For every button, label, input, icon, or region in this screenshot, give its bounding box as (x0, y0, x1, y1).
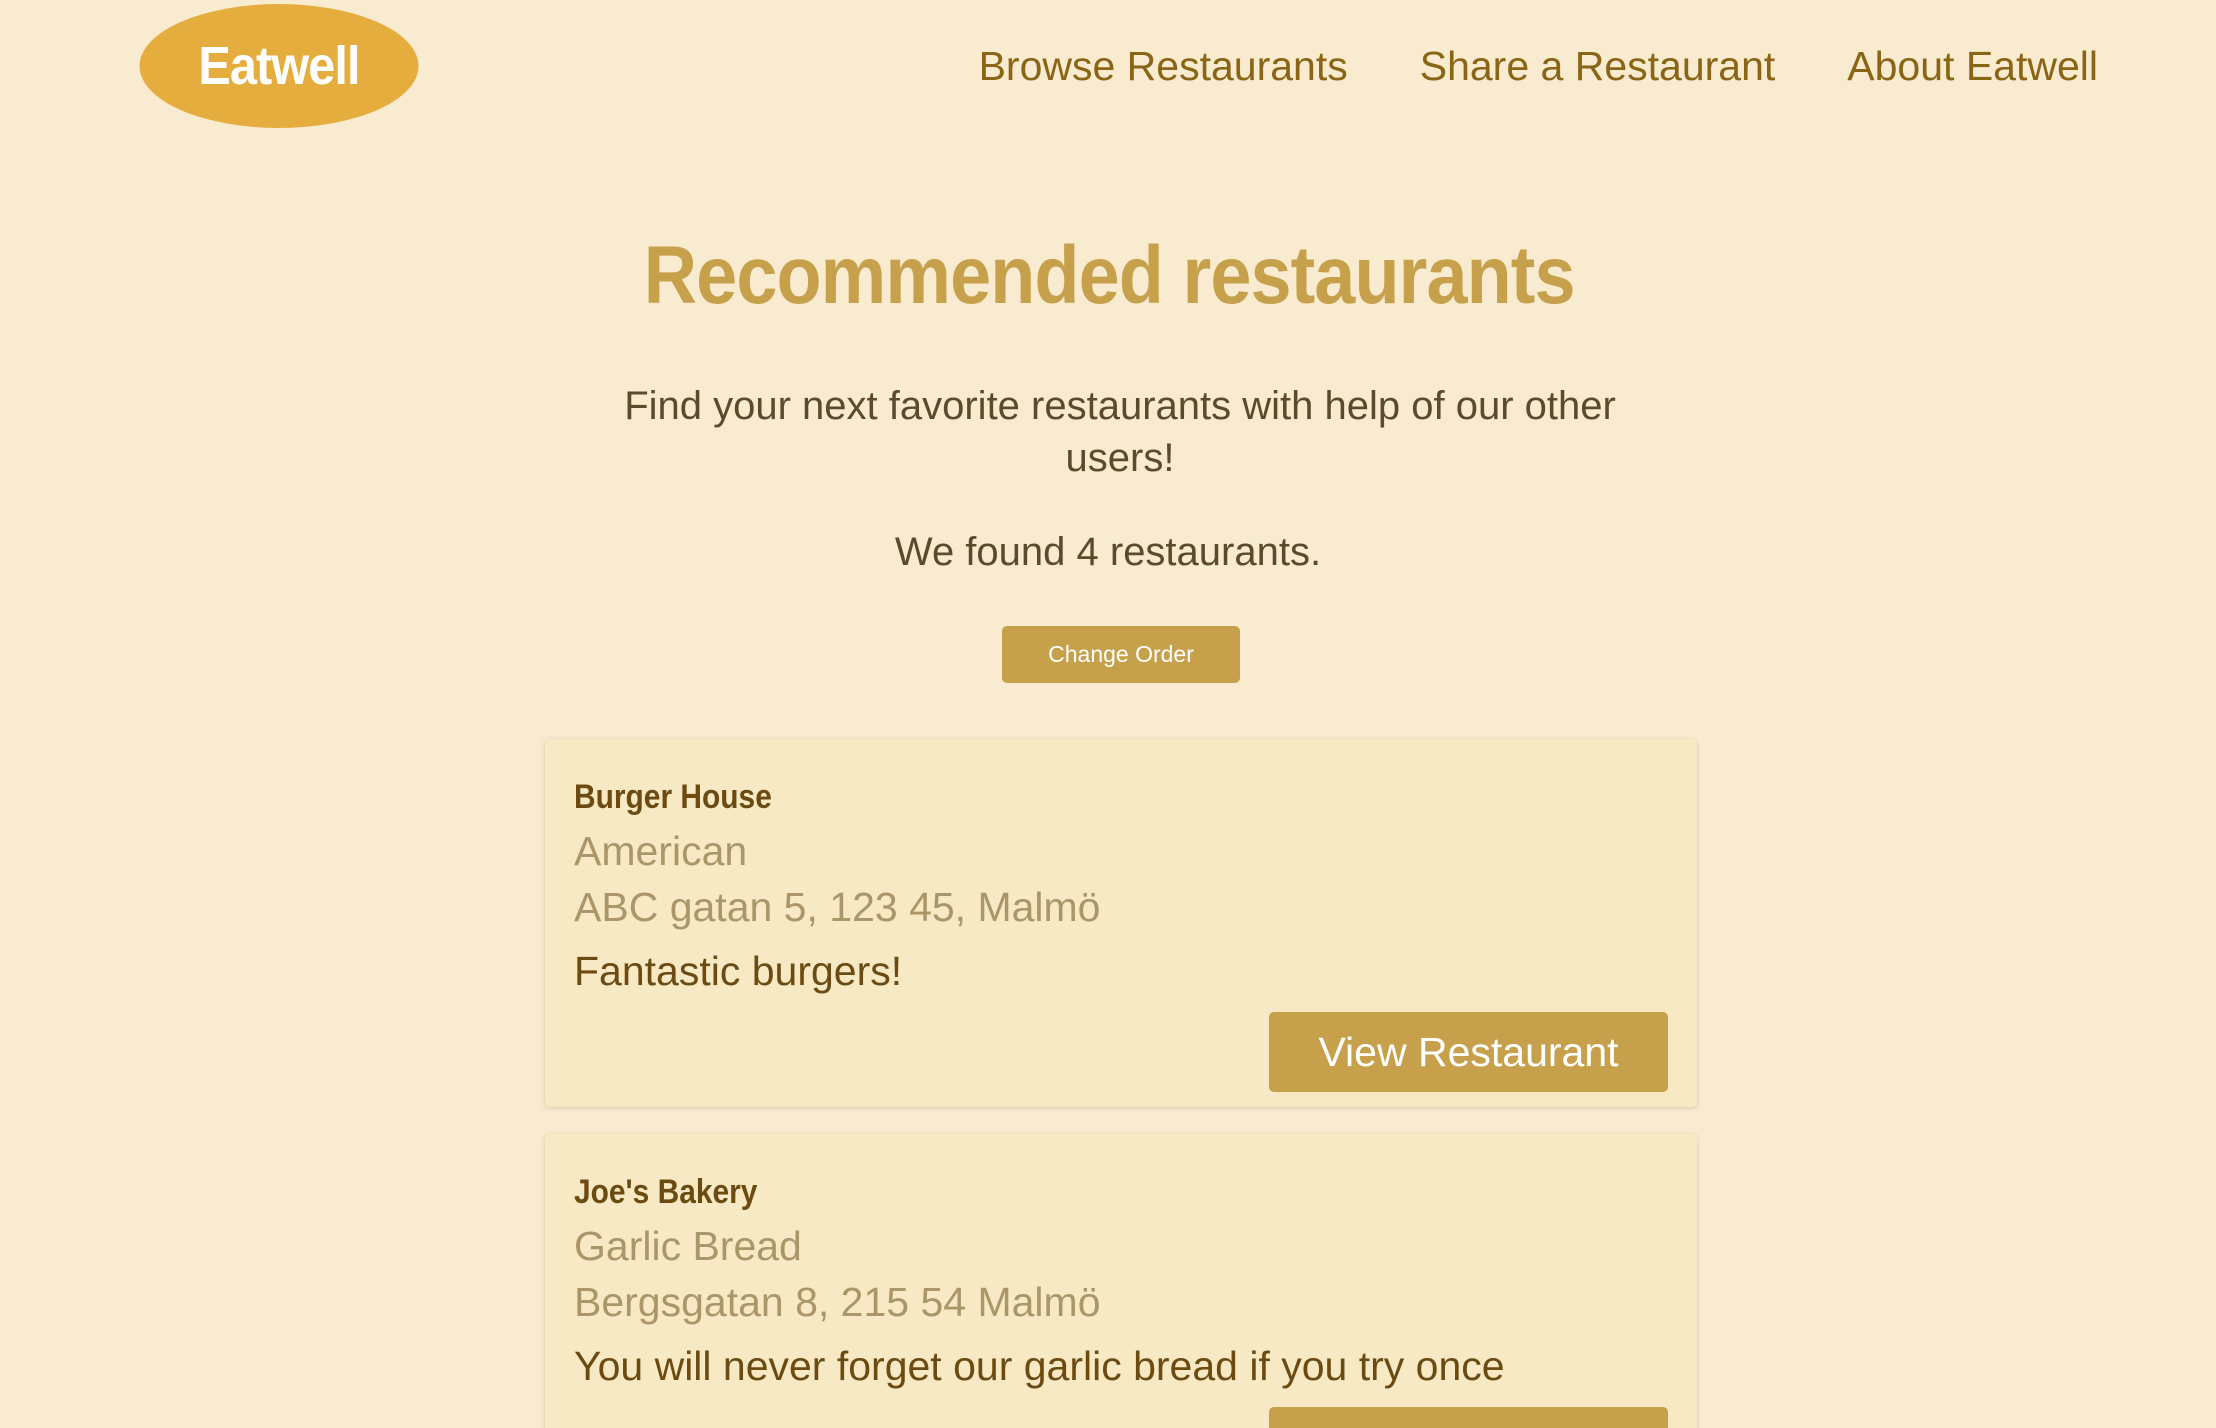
nav-browse-restaurants[interactable]: Browse Restaurants (979, 38, 1348, 94)
eatwell-logo[interactable]: Eatwell (139, 4, 419, 128)
page-subtitle: Find your next favorite restaurants with… (624, 384, 1616, 480)
restaurant-name: Joe's Bakery (574, 1173, 758, 1211)
results-count: We found 4 restaurants. (894, 530, 1322, 574)
restaurant-address: Bergsgatan 8, 215 54 Malmö (574, 1279, 1101, 1325)
restaurant-cuisine: Garlic Bread (574, 1223, 802, 1269)
restaurant-description: Fantastic burgers! (574, 948, 903, 994)
view-restaurant-button[interactable]: View Restaurant (1269, 1407, 1668, 1428)
restaurant-name: Burger House (574, 778, 772, 816)
change-order-button[interactable]: Change Order (1002, 626, 1240, 683)
restaurant-address: ABC gatan 5, 123 45, Malmö (574, 884, 1101, 930)
view-restaurant-button[interactable]: View Restaurant (1269, 1012, 1668, 1092)
restaurant-card: Joe's Bakery Garlic Bread Bergsgatan 8, … (545, 1134, 1697, 1428)
restaurant-cuisine: American (574, 828, 748, 874)
restaurant-description: You will never forget our garlic bread i… (574, 1343, 1505, 1389)
page-title: Recommended restaurants (643, 230, 1576, 321)
nav-about-eatwell[interactable]: About Eatwell (1847, 38, 2098, 94)
main-nav: Browse Restaurants Share a Restaurant Ab… (979, 38, 2098, 94)
restaurant-card: Burger House American ABC gatan 5, 123 4… (545, 739, 1697, 1107)
nav-share-restaurant[interactable]: Share a Restaurant (1420, 38, 1776, 94)
page: Eatwell Browse Restaurants Share a Resta… (0, 0, 2216, 1428)
